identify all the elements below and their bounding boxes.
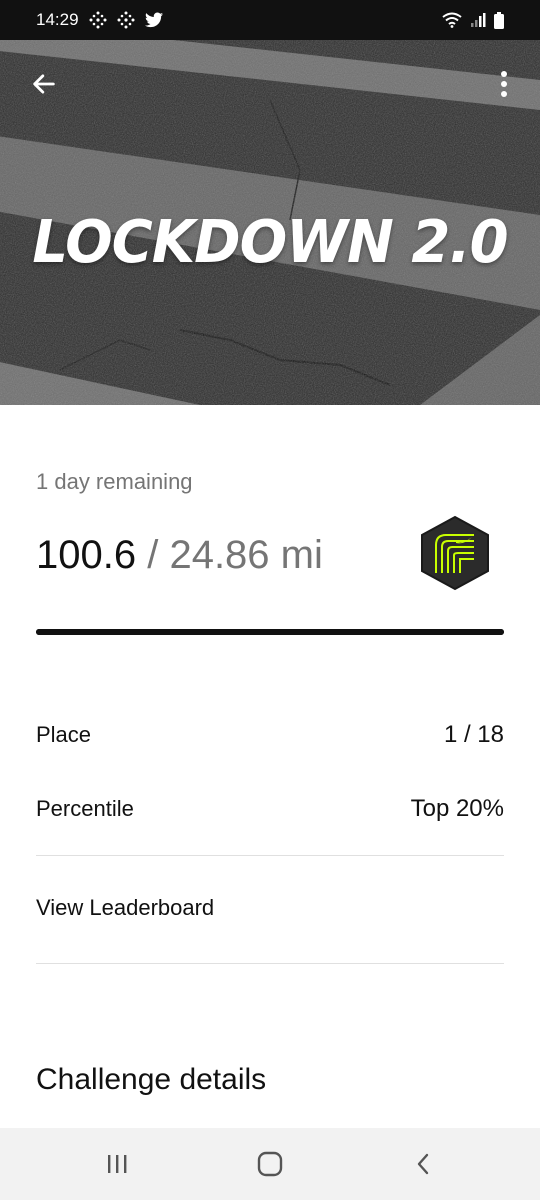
recent-apps-button[interactable] [87, 1139, 147, 1189]
hero-banner: LOCKDOWN 2.0 [0, 40, 540, 405]
distance-done: 100.6 [36, 533, 137, 577]
divider [36, 855, 504, 856]
challenge-title: LOCKDOWN 2.0 [32, 208, 508, 277]
distance-progress: 100.6 / 24.86 mi [36, 533, 323, 578]
stat-label-percentile: Percentile [36, 796, 134, 821]
arrow-left-icon [33, 74, 55, 94]
back-button[interactable] [24, 64, 64, 104]
status-time: 14:29 [36, 10, 79, 29]
home-icon [257, 1151, 283, 1177]
distance-goal: 24.86 mi [169, 533, 323, 577]
stat-value-percentile: Top 20% [410, 795, 504, 822]
challenge-badge-icon [421, 515, 489, 591]
progress-bar [36, 629, 504, 635]
distance-separator: / [136, 533, 170, 577]
recent-apps-icon [107, 1155, 127, 1173]
status-bar: 14:29 [0, 0, 540, 40]
progress-bar-fill [36, 629, 504, 635]
system-nav-bar [0, 1128, 540, 1200]
battery-icon [494, 11, 504, 29]
divider [36, 963, 504, 964]
time-remaining: 1 day remaining [36, 469, 193, 494]
stat-label-place: Place [36, 722, 92, 747]
back-icon [418, 1153, 429, 1175]
twitter-icon [144, 12, 163, 28]
stat-value-place: 1 / 18 [443, 721, 504, 748]
status-right [442, 11, 504, 29]
home-button[interactable] [240, 1139, 300, 1189]
more-options-button[interactable] [488, 64, 520, 104]
activity-app-icon [117, 11, 135, 29]
status-left: 14:29 [36, 10, 163, 30]
signal-icon [471, 13, 486, 27]
wifi-icon [442, 12, 462, 28]
system-back-button[interactable] [393, 1139, 453, 1189]
more-vertical-icon [501, 71, 507, 97]
stat-row-percentile: Percentile Top 20% [36, 795, 504, 823]
challenge-details-heading: Challenge details [36, 1063, 267, 1096]
stat-row-place: Place 1 / 18 [36, 721, 504, 749]
view-leaderboard-link[interactable]: View Leaderboard [36, 895, 214, 921]
activity-app-icon [89, 11, 107, 29]
